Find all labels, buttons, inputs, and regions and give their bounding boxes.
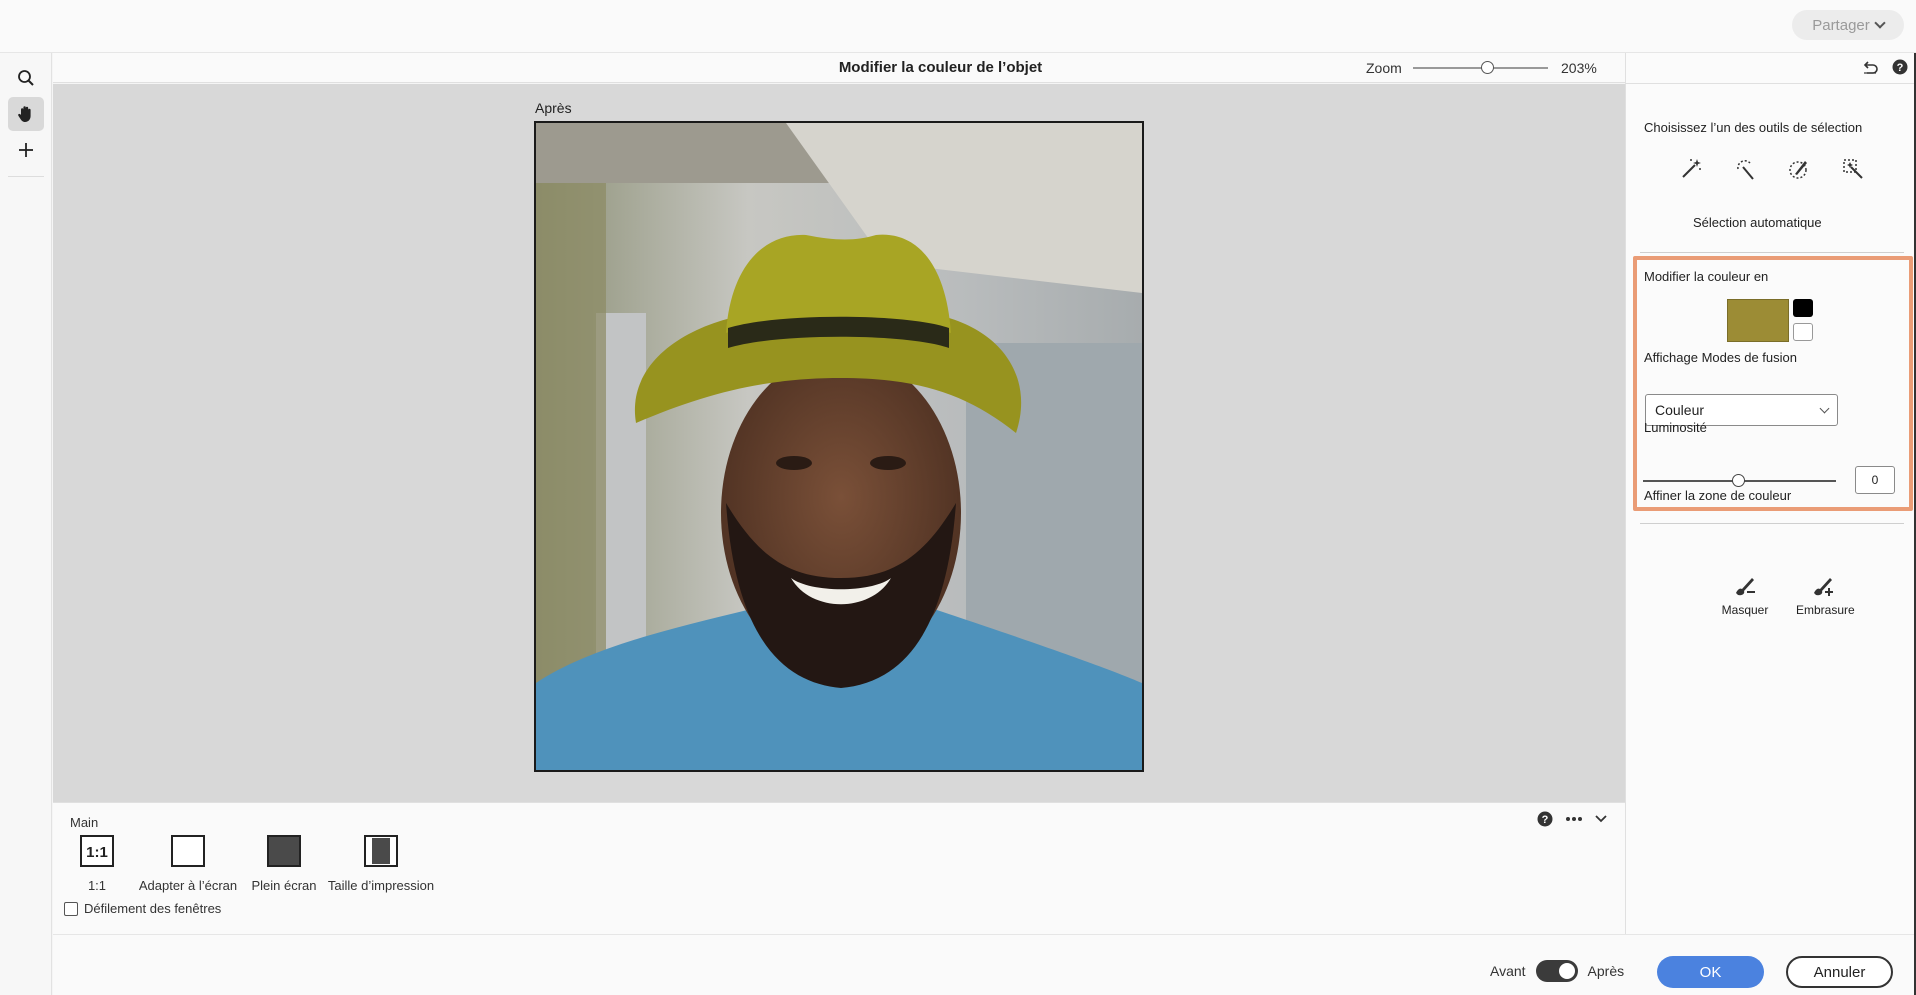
full-screen-icon	[267, 835, 301, 867]
selection-tools	[1678, 156, 1866, 182]
chevron-down-icon	[1874, 17, 1886, 29]
view-fit-screen[interactable]: Adapter à l’écran	[133, 835, 243, 893]
view-full-screen[interactable]: Plein écran	[241, 835, 327, 893]
magic-wand-tool[interactable]	[1678, 156, 1704, 182]
toggle-knob	[1558, 963, 1575, 979]
zoom-tool-button[interactable]	[8, 61, 44, 95]
change-color-title: Modifier la couleur en	[1644, 269, 1769, 284]
brush-minus-icon	[1736, 578, 1755, 596]
brush-plus-icon	[1814, 578, 1833, 596]
view-label: Taille d’impression	[327, 878, 435, 893]
top-bar: Partager	[0, 0, 1916, 53]
after-label: Après	[535, 100, 572, 116]
reset-icon[interactable]	[1862, 60, 1878, 74]
selection-mode-label: Sélection automatique	[1693, 215, 1822, 230]
checkbox-label: Défilement des fenêtres	[84, 901, 222, 916]
ok-button[interactable]: OK	[1657, 956, 1764, 988]
one-to-one-icon: 1:1	[80, 835, 114, 867]
divider	[1640, 523, 1904, 524]
cancel-button[interactable]: Annuler	[1786, 956, 1893, 988]
before-label: Avant	[1490, 963, 1526, 979]
checkbox-box[interactable]	[64, 901, 78, 916]
blend-modes-title: Affichage Modes de fusion	[1644, 350, 1797, 365]
mask-brush-tool[interactable]: Masquer	[1718, 569, 1772, 617]
view-label: 1:1	[87, 878, 107, 893]
panel-title: Main	[70, 815, 99, 830]
selection-brush-icon	[1789, 161, 1807, 179]
quick-selection-icon	[1737, 160, 1754, 180]
share-button[interactable]: Partager	[1792, 10, 1904, 40]
auto-selection-tool[interactable]	[1840, 156, 1866, 182]
dialog-footer: Avant Après OK Annuler	[53, 934, 1916, 995]
panel-actions: ?	[1537, 811, 1607, 827]
svg-text:?: ?	[1542, 814, 1549, 826]
help-icon[interactable]: ?	[1892, 59, 1908, 75]
plus-icon	[19, 143, 33, 157]
hand-icon	[18, 106, 31, 122]
photo-preview[interactable]	[534, 121, 1144, 772]
view-label: Adapter à l’écran	[138, 878, 238, 893]
target-color-swatch[interactable]	[1727, 299, 1789, 342]
portrait-image	[536, 123, 1142, 770]
zoom-value: 203%	[1561, 60, 1597, 76]
share-label: Partager	[1812, 16, 1870, 34]
view-print-size[interactable]: Taille d’impression	[323, 835, 439, 893]
divider	[1640, 252, 1904, 253]
after-toggle-label: Après	[1587, 963, 1625, 979]
zoom-label: Zoom	[1366, 60, 1402, 76]
before-after-toggle-group: Avant Après	[1490, 960, 1624, 982]
panel-header-divider	[1626, 83, 1916, 84]
add-tool-button[interactable]	[8, 133, 44, 167]
view-one-to-one[interactable]: 1:1 1:1	[73, 835, 121, 893]
hand-tool-button[interactable]	[8, 97, 44, 131]
refine-tools: Masquer Embrasure	[1718, 569, 1855, 617]
quick-selection-tool[interactable]	[1732, 156, 1758, 182]
refine-tool-label: Masquer	[1721, 603, 1769, 617]
refine-title: Affiner la zone de couleur	[1644, 488, 1792, 503]
magic-wand-icon	[1682, 159, 1701, 178]
luminosity-input[interactable]: 0	[1855, 466, 1895, 494]
selection-tools-title: Choisissez l’un des outils de sélection	[1644, 120, 1863, 135]
svg-text:?: ?	[1897, 62, 1904, 74]
panel-header-actions: ?	[1862, 59, 1908, 75]
chevron-down-icon	[1819, 403, 1830, 414]
scroll-all-windows-checkbox[interactable]: Défilement des fenêtres	[64, 901, 221, 916]
toolbar-divider	[8, 176, 44, 177]
chevron-down-icon[interactable]	[1595, 815, 1607, 823]
navigation-panel: Main ? 1:1 1:1 Adapter à l’écran Plein é…	[53, 802, 1625, 934]
settings-panel: ? Choisissez l’un des outils de sélectio…	[1625, 53, 1916, 934]
white-swatch[interactable]	[1793, 323, 1813, 341]
black-swatch[interactable]	[1793, 299, 1813, 317]
blend-mode-value: Couleur	[1655, 402, 1705, 418]
dialog-header: Modifier la couleur de l’objet Zoom 203%	[53, 53, 1625, 83]
before-after-toggle[interactable]	[1535, 960, 1578, 982]
image-canvas[interactable]: Après	[53, 84, 1625, 802]
fit-screen-icon	[171, 835, 205, 867]
selection-brush-tool[interactable]	[1786, 156, 1812, 182]
print-size-icon	[364, 835, 398, 867]
reveal-brush-tool[interactable]: Embrasure	[1796, 569, 1855, 617]
help-icon[interactable]: ?	[1537, 811, 1553, 827]
svg-text:1:1: 1:1	[86, 844, 108, 861]
auto-selection-icon	[1843, 159, 1863, 179]
left-toolbar	[0, 53, 52, 995]
search-icon	[18, 70, 34, 86]
more-icon[interactable]	[1565, 816, 1583, 822]
refine-tool-label: Embrasure	[1796, 603, 1855, 617]
view-label: Plein écran	[251, 878, 317, 893]
luminosity-slider-handle[interactable]	[1732, 474, 1745, 487]
luminosity-title: Luminosité	[1644, 420, 1707, 435]
